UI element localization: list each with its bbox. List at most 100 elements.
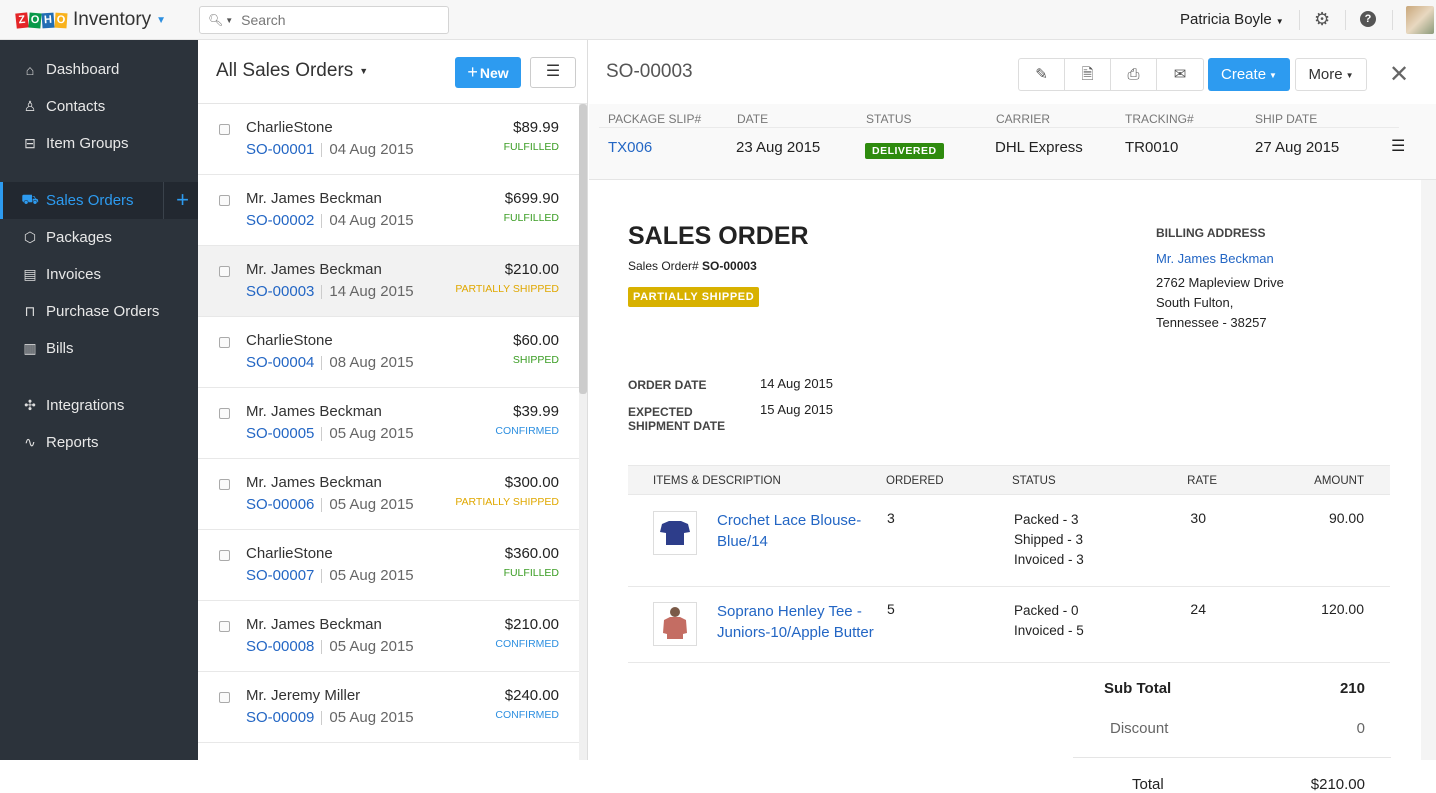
column-header: ITEMS & DESCRIPTION — [653, 475, 781, 487]
list-item[interactable]: CharlieStone SO-00001 04 Aug 2015 $89.99 FUL… — [198, 104, 579, 175]
chevron-down-icon: ▼ — [1269, 70, 1277, 80]
order-id-link[interactable]: SO-00002 — [246, 212, 314, 229]
action-button-group: ✎ 🗎︎ ⎙ ✉ — [1018, 58, 1204, 91]
order-id-link[interactable]: SO-00003 — [246, 283, 314, 300]
sidebar-item-contacts[interactable]: ♙ Contacts — [0, 88, 198, 125]
order-amount: $210.00 — [504, 261, 559, 278]
more-button[interactable]: More ▼ — [1295, 58, 1367, 91]
order-id-link[interactable]: SO-00001 — [246, 141, 314, 158]
search-input[interactable]: 🔍︎ ▼ Search — [199, 6, 449, 34]
chart-icon: ∿ — [24, 434, 36, 450]
sidebar-item-packages[interactable]: ⬡ Packages — [0, 219, 198, 256]
order-id-link[interactable]: SO-00007 — [246, 567, 314, 584]
list-item[interactable]: Mr. James Beckman SO-00002 04 Aug 2015 $699… — [198, 175, 579, 246]
chevron-down-icon[interactable]: ▼ — [156, 15, 166, 26]
search-icon: 🔍︎ — [208, 13, 224, 27]
row-checkbox[interactable] — [219, 479, 230, 490]
package-status: DELIVERED — [865, 141, 944, 159]
sidebar-item-purchase-orders[interactable]: ⊓ Purchase Orders — [0, 293, 198, 330]
row-checkbox[interactable] — [219, 124, 230, 135]
order-date: 05 Aug 2015 — [329, 567, 414, 584]
list-view-selector[interactable]: All Sales Orders ▼ — [216, 60, 368, 82]
create-button[interactable]: Create ▼ — [1208, 58, 1290, 91]
package-menu-icon[interactable]: ☰ — [1391, 136, 1405, 156]
logo-letter: O — [54, 12, 68, 28]
scrollbar[interactable] — [579, 104, 587, 760]
printer-icon: ⎙ — [1127, 66, 1140, 83]
order-id-line: SO-00007 05 Aug 2015 — [246, 567, 414, 584]
scrollbar-thumb[interactable] — [579, 104, 587, 394]
billing-customer-link[interactable]: Mr. James Beckman — [1156, 249, 1284, 269]
order-id-link[interactable]: SO-00005 — [246, 425, 314, 442]
item-name: Soprano Henley Tee - — [717, 603, 862, 620]
list-item[interactable]: Mr. Jeremy Miller SO-00009 05 Aug 2015 $240… — [198, 672, 579, 743]
order-id-link[interactable]: SO-00009 — [246, 709, 314, 726]
list-item[interactable]: Mr. James Beckman SO-00008 05 Aug 2015 $210… — [198, 601, 579, 672]
avatar[interactable] — [1406, 6, 1434, 34]
more-label: More — [1308, 66, 1343, 83]
item-thumbnail — [653, 511, 697, 555]
total-label: Total — [1132, 776, 1164, 793]
sidebar-item-bills[interactable]: ▥ Bills — [0, 330, 198, 367]
label-line: SHIPMENT DATE — [628, 419, 726, 433]
order-id-link[interactable]: SO-00004 — [246, 354, 314, 371]
pencil-icon: ✎ — [1035, 66, 1048, 83]
list-item[interactable]: CharlieStone SO-00007 05 Aug 2015 $360.00 FU… — [198, 530, 579, 601]
home-icon: ⌂ — [25, 61, 35, 78]
status-badge: PARTIALLY SHIPPED — [628, 287, 760, 307]
add-sales-order-button[interactable]: + — [163, 182, 201, 219]
row-checkbox[interactable] — [219, 408, 230, 419]
item-thumbnail — [653, 602, 697, 646]
list-item[interactable]: Mr. James Beckman SO-00005 05 Aug 2015 $39.… — [198, 388, 579, 459]
user-menu[interactable]: Patricia Boyle ▼ — [1180, 11, 1284, 28]
logo-letter: O — [28, 12, 42, 28]
divider — [321, 356, 323, 371]
column-header: PACKAGE SLIP# — [608, 112, 702, 126]
gear-icon[interactable]: ⚙ — [1314, 9, 1330, 30]
row-checkbox[interactable] — [219, 621, 230, 632]
divider — [321, 711, 323, 726]
help-icon[interactable]: ? — [1360, 11, 1376, 27]
scrollbar[interactable] — [1421, 180, 1436, 760]
sidebar-item-item-groups[interactable]: ⊟ Item Groups — [0, 125, 198, 162]
sidebar-item-dashboard[interactable]: ⌂ Dashboard — [0, 51, 198, 88]
sidebar-item-integrations[interactable]: ✣ Integrations — [0, 387, 198, 424]
row-checkbox[interactable] — [219, 266, 230, 277]
row-checkbox[interactable] — [219, 692, 230, 703]
item-link[interactable]: Soprano Henley Tee - Juniors-10/Apple But… — [717, 601, 874, 643]
package-table: PACKAGE SLIP# DATE STATUS CARRIER TRACKI… — [589, 104, 1436, 180]
order-id-line: SO-00001 04 Aug 2015 — [246, 141, 414, 158]
close-icon[interactable]: ✕ — [1389, 60, 1409, 89]
row-checkbox[interactable] — [219, 337, 230, 348]
app-logo[interactable]: Z O H O Inventory ▼ — [15, 9, 166, 31]
column-header: AMOUNT — [1314, 475, 1364, 487]
mail-icon: ✉ — [1173, 66, 1187, 83]
edit-button[interactable]: ✎ — [1019, 59, 1065, 90]
sidebar-item-invoices[interactable]: ▤ Invoices — [0, 256, 198, 293]
so-label: Sales Order# — [628, 259, 699, 273]
print-button[interactable]: ⎙ — [1111, 59, 1157, 90]
order-id-link[interactable]: SO-00006 — [246, 496, 314, 513]
item-ordered: 5 — [887, 601, 895, 617]
row-checkbox[interactable] — [219, 550, 230, 561]
chevron-down-icon[interactable]: ▼ — [225, 16, 233, 25]
receipt-icon: ▥ — [23, 340, 37, 356]
item-row: Crochet Lace Blouse- Blue/14 3 Packed - 3… — [628, 496, 1390, 587]
package-slip-link[interactable]: TX006 — [608, 139, 652, 156]
list-item[interactable]: CharlieStone SO-00004 08 Aug 2015 $60.00 SHI… — [198, 317, 579, 388]
list-menu-button[interactable]: ☰ — [530, 57, 576, 88]
email-button[interactable]: ✉ — [1157, 59, 1203, 90]
row-checkbox[interactable] — [219, 195, 230, 206]
item-row: Soprano Henley Tee - Juniors-10/Apple But… — [628, 587, 1390, 663]
list-item[interactable]: Mr. James Beckman SO-00003 14 Aug 2015 $210… — [198, 246, 579, 317]
customer-name: Mr. James Beckman — [246, 474, 382, 491]
item-link[interactable]: Crochet Lace Blouse- Blue/14 — [717, 510, 861, 552]
discount-value: 0 — [1356, 720, 1365, 737]
sidebar-item-reports[interactable]: ∿ Reports — [0, 424, 198, 461]
basket-icon: ⊟ — [24, 135, 36, 151]
pdf-button[interactable]: 🗎︎ — [1065, 59, 1111, 90]
new-button[interactable]: + New — [455, 57, 521, 88]
order-id-link[interactable]: SO-00008 — [246, 638, 314, 655]
list-item[interactable]: Mr. James Beckman SO-00006 05 Aug 2015 $300… — [198, 459, 579, 530]
sidebar-item-sales-orders[interactable]: ⛟ Sales Orders + — [0, 182, 198, 219]
